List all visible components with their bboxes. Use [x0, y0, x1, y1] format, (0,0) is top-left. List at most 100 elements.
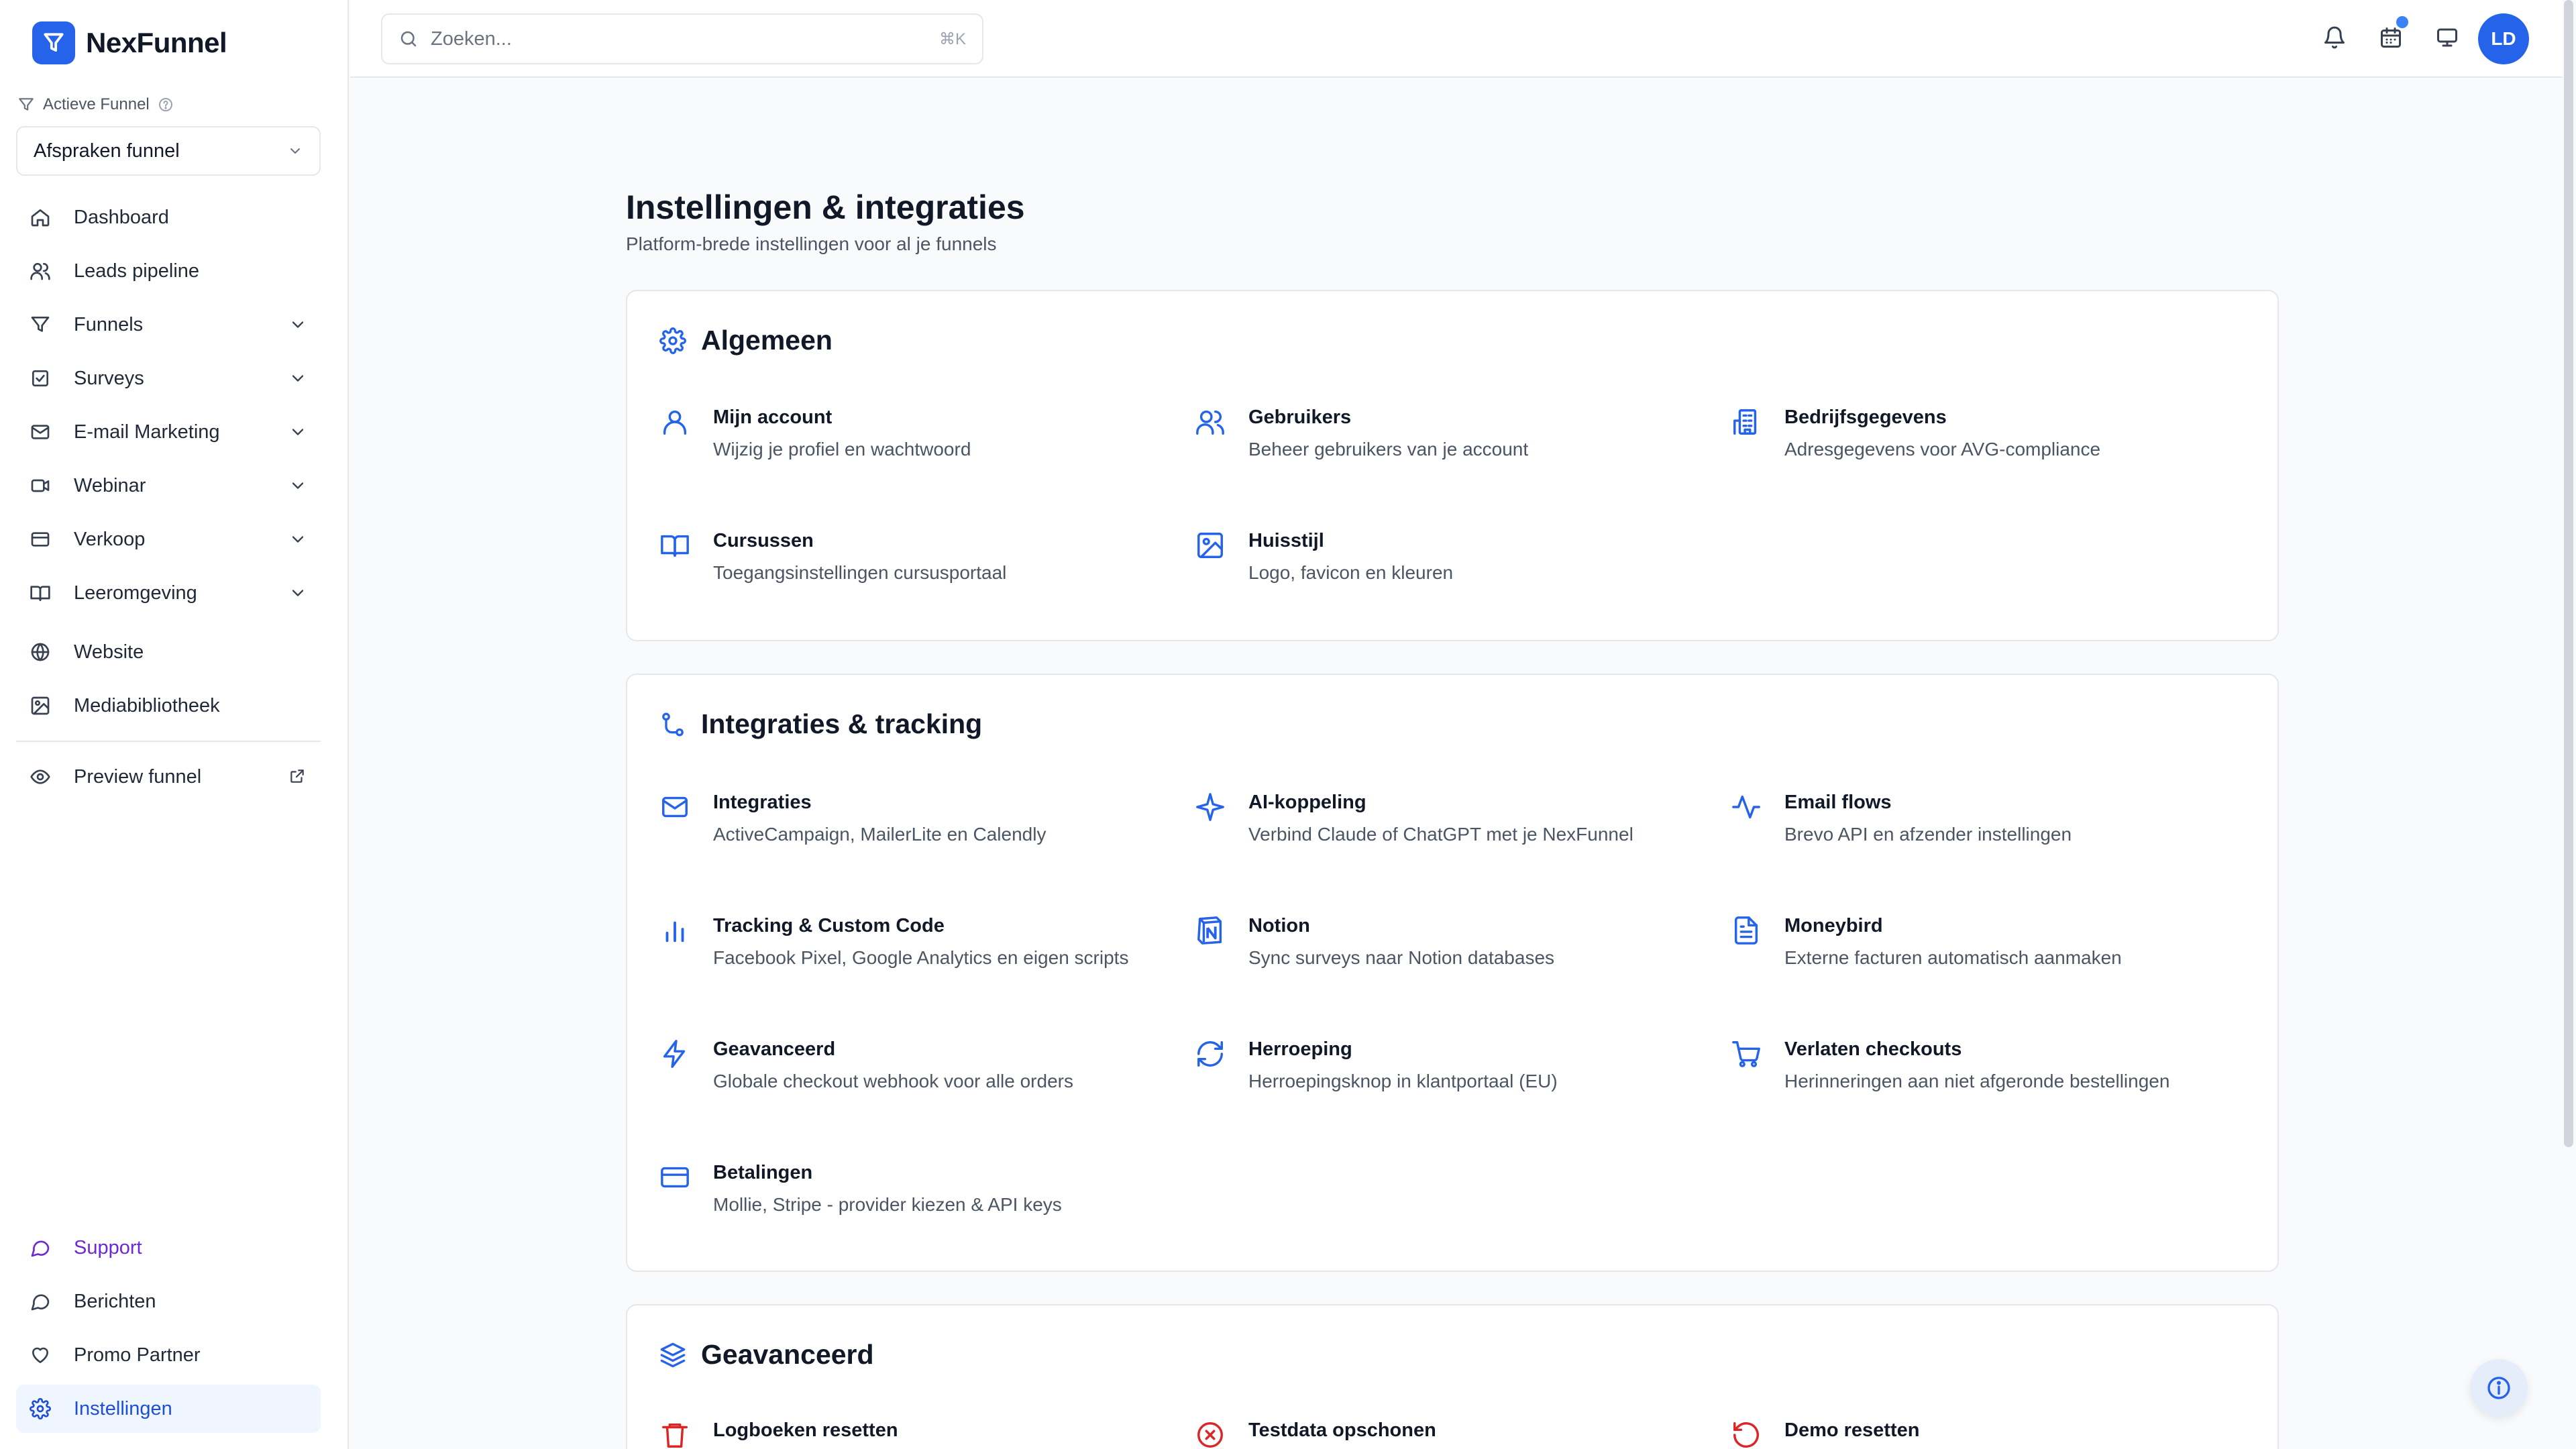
setting-bedrijfsgegevens[interactable]: Bedrijfsgegevens Adresgegevens voor AVG-c… — [1731, 404, 2241, 463]
active-funnel-text: Actieve Funnel — [43, 95, 150, 113]
building-icon — [1731, 407, 1764, 437]
nav-email-marketing[interactable]: E-mail Marketing — [16, 408, 321, 456]
chevron-down-icon[interactable] — [288, 369, 307, 393]
item-desc: Mollie, Stripe - provider kiezen & API k… — [713, 1194, 1062, 1215]
nav-website-label: Website — [74, 641, 144, 663]
nav-funnels-label: Funnels — [74, 313, 144, 335]
item-title: Cursussen — [713, 530, 814, 551]
funnel-select[interactable]: Afspraken funnel — [16, 126, 321, 176]
sparkle-icon — [1195, 792, 1228, 822]
image-icon — [30, 695, 54, 716]
section-title: Algemeen — [701, 325, 833, 356]
item-title: Mijn account — [713, 407, 833, 428]
nav-surveys[interactable]: Surveys — [16, 354, 321, 402]
activity-icon — [1731, 792, 1764, 822]
nav-promo-label: Promo Partner — [74, 1344, 201, 1366]
mail-icon — [659, 792, 693, 822]
search-shortcut: ⌘K — [938, 30, 966, 48]
item-title: Gebruikers — [1248, 407, 1352, 428]
nav-promo-partner[interactable]: Promo Partner — [16, 1331, 321, 1379]
app-logo[interactable]: NexFunnel — [32, 21, 227, 64]
nav-website[interactable]: Website — [16, 628, 321, 676]
monitor-icon[interactable] — [2435, 25, 2459, 53]
setting-cursussen[interactable]: Cursussen Toegangsinstellingen cursusport… — [659, 527, 1169, 586]
item-desc: Beheer gebruikers van je account — [1248, 439, 1529, 460]
setting-betalingen[interactable]: Betalingen Mollie, Stripe - provider kiez… — [659, 1159, 1169, 1218]
item-desc: Externe facturen automatisch aanmaken — [1784, 947, 2122, 968]
setting-verlaten-checkouts[interactable]: Verlaten checkouts Herinneringen aan niet… — [1731, 1036, 2241, 1095]
scrollbar[interactable] — [2564, 0, 2573, 1147]
gear-icon — [659, 327, 686, 354]
nav-preview-label: Preview funnel — [74, 765, 202, 788]
info-icon — [2485, 1375, 2512, 1401]
chat-icon — [30, 1291, 54, 1312]
item-desc: Adresgegevens voor AVG-compliance — [1784, 439, 2101, 460]
users-icon — [1195, 407, 1228, 437]
setting-tracking[interactable]: Tracking & Custom Code Facebook Pixel, Go… — [659, 912, 1169, 971]
nav-verkoop-label: Verkoop — [74, 528, 146, 550]
setting-herroeping[interactable]: Herroeping Herroepingsknop in klantportaa… — [1195, 1036, 1705, 1095]
setting-demo-resetten[interactable]: Demo resetten — [1731, 1417, 2241, 1449]
sidebar: NexFunnel Actieve Funnel Afspraken funne… — [0, 0, 349, 1449]
nav-leeromgeving-label: Leeromgeving — [74, 582, 197, 604]
section-header: Geavanceerd — [659, 1339, 874, 1371]
setting-gebruikers[interactable]: Gebruikers Beheer gebruikers van je accou… — [1195, 404, 1705, 463]
chevron-down-icon — [287, 143, 303, 159]
chevron-down-icon[interactable] — [288, 530, 307, 554]
refresh-icon — [1195, 1038, 1228, 1069]
nav-leads-pipeline[interactable]: Leads pipeline — [16, 247, 321, 295]
nav-leeromgeving[interactable]: Leeromgeving — [16, 569, 321, 617]
item-desc: Brevo API en afzender instellingen — [1784, 824, 2072, 845]
nav-webinar[interactable]: Webinar — [16, 462, 321, 510]
setting-geavanceerd-webhook[interactable]: Geavanceerd Globale checkout webhook voor… — [659, 1036, 1169, 1095]
setting-mijn-account[interactable]: Mijn account Wijzig je profiel en wachtwo… — [659, 404, 1169, 463]
setting-testdata-opschonen[interactable]: Testdata opschonen — [1195, 1417, 1705, 1449]
setting-ai-koppeling[interactable]: AI-koppeling Verbind Claude of ChatGPT me… — [1195, 789, 1705, 848]
nav-leads-label: Leads pipeline — [74, 260, 200, 282]
item-desc: Toegangsinstellingen cursusportaal — [713, 562, 1007, 583]
help-circle-icon[interactable] — [158, 97, 174, 113]
setting-notion[interactable]: Notion Sync surveys naar Notion databases — [1195, 912, 1705, 971]
setting-moneybird[interactable]: Moneybird Externe facturen automatisch aa… — [1731, 912, 2241, 971]
nav-dashboard-label: Dashboard — [74, 206, 169, 228]
eye-icon — [30, 766, 54, 788]
video-icon — [30, 475, 54, 496]
setting-email-flows[interactable]: Email flows Brevo API en afzender instell… — [1731, 789, 2241, 848]
item-desc: Herinneringen aan niet afgeronde bestell… — [1784, 1071, 2170, 1091]
section-integraties: Integraties & tracking Integraties Active… — [626, 674, 2279, 1272]
section-title: Integraties & tracking — [701, 708, 983, 739]
avatar[interactable]: LD — [2478, 13, 2529, 64]
info-button[interactable] — [2470, 1359, 2528, 1417]
rotate-ccw-icon — [1731, 1419, 1764, 1449]
setting-logboeken-resetten[interactable]: Logboeken resetten — [659, 1417, 1169, 1449]
item-desc: Sync surveys naar Notion databases — [1248, 947, 1555, 968]
chevron-down-icon[interactable] — [288, 584, 307, 608]
bell-icon[interactable] — [2322, 25, 2347, 53]
globe-icon — [30, 641, 54, 663]
funnel-icon — [30, 314, 54, 335]
setting-integraties[interactable]: Integraties ActiveCampaign, MailerLite en… — [659, 789, 1169, 848]
chevron-down-icon[interactable] — [288, 315, 307, 339]
gear-icon — [30, 1398, 54, 1419]
nav-mediabibliotheek[interactable]: Mediabibliotheek — [16, 682, 321, 730]
nav-verkoop[interactable]: Verkoop — [16, 515, 321, 564]
book-open-icon — [659, 530, 693, 561]
chevron-down-icon[interactable] — [288, 423, 307, 447]
nav-dashboard[interactable]: Dashboard — [16, 193, 321, 241]
git-branch-icon — [659, 711, 686, 738]
checkbox-icon — [30, 368, 54, 389]
user-icon — [659, 407, 693, 437]
nav-media-label: Mediabibliotheek — [74, 694, 220, 716]
nav-instellingen[interactable]: Instellingen — [16, 1385, 321, 1433]
nav-berichten[interactable]: Berichten — [16, 1277, 321, 1326]
setting-huisstijl[interactable]: Huisstijl Logo, favicon en kleuren — [1195, 527, 1705, 586]
section-geavanceerd: Geavanceerd Logboeken resetten Testdata … — [626, 1304, 2279, 1449]
search-input[interactable]: Zoeken... ⌘K — [381, 13, 983, 64]
topbar: Zoeken... ⌘K — [350, 0, 2563, 78]
nav-preview-funnel[interactable]: Preview funnel — [16, 753, 321, 801]
calendar-icon[interactable] — [2379, 25, 2403, 53]
credit-card-icon — [659, 1162, 693, 1193]
chevron-down-icon[interactable] — [288, 476, 307, 500]
nav-support[interactable]: Support — [16, 1224, 321, 1272]
nav-funnels[interactable]: Funnels — [16, 301, 321, 349]
